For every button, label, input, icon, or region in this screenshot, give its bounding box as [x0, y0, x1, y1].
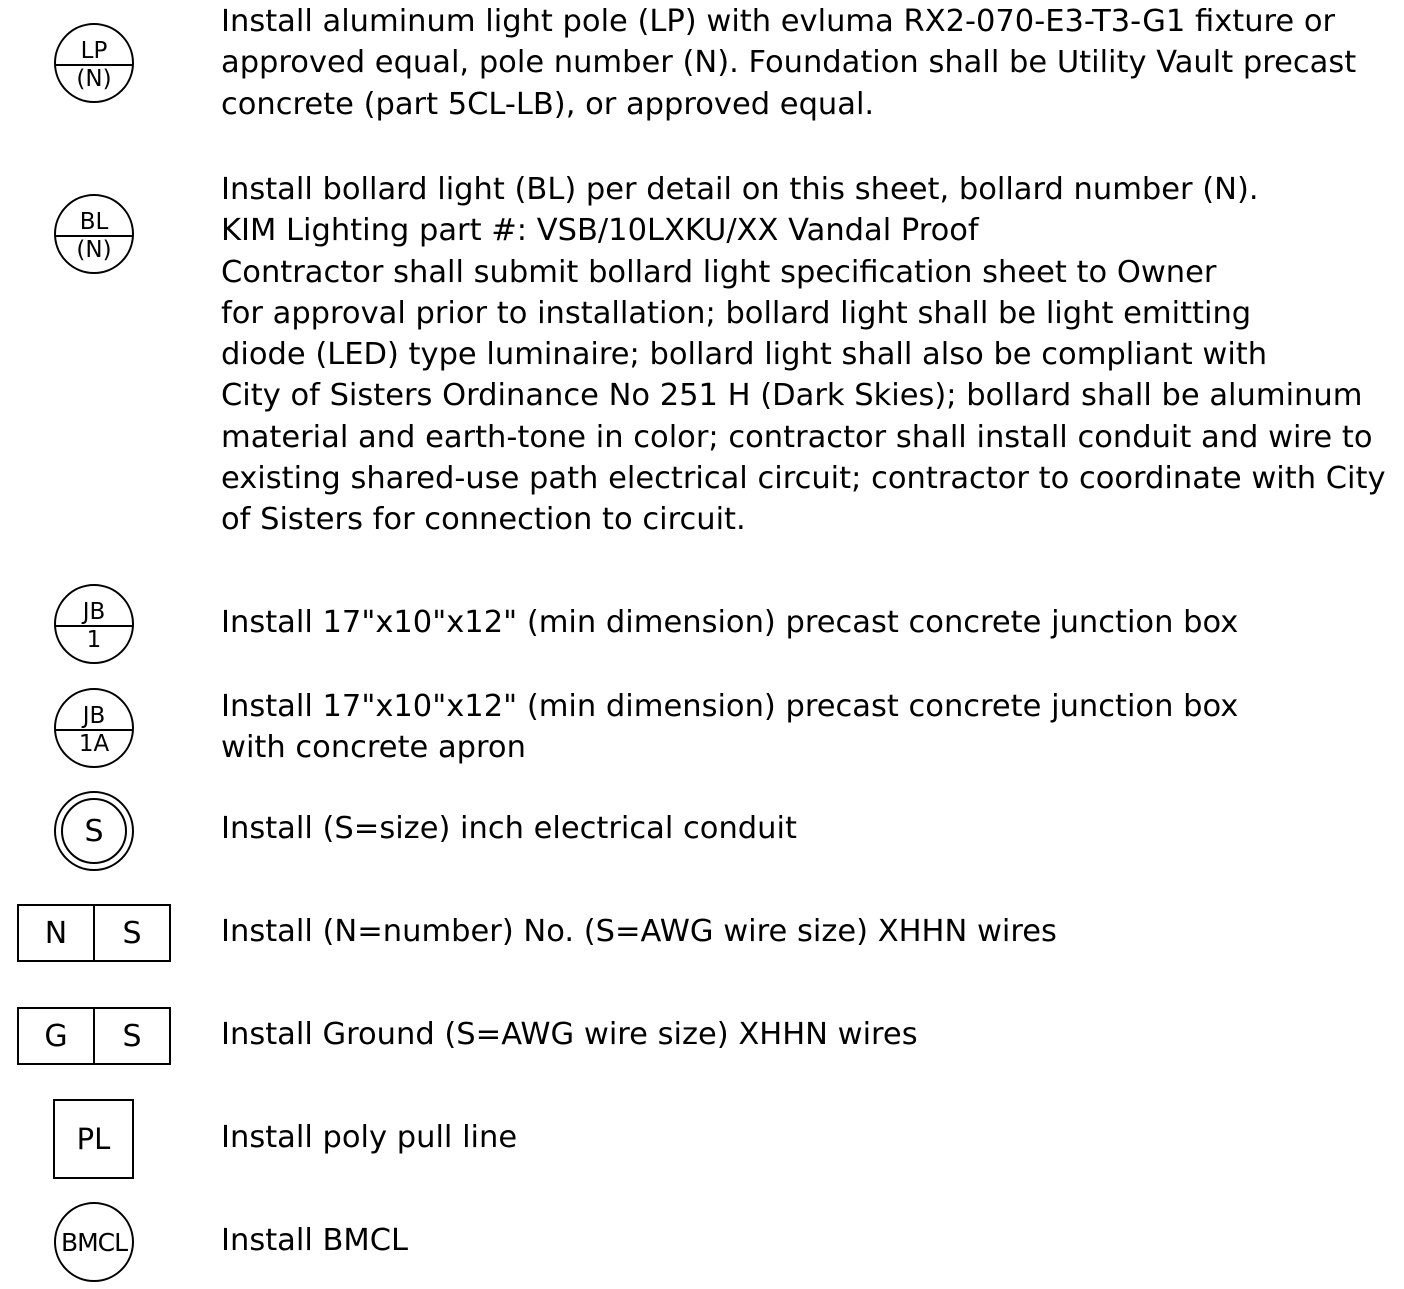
description-line: Install 17"x10"x12" (min dimension) prec… — [221, 689, 1239, 724]
bmcl-symbol: BMCL — [54, 1202, 134, 1282]
junction-box-1-symbol-top: JB — [56, 600, 132, 627]
conduit-symbol: S — [54, 791, 134, 871]
description-line: Contractor shall submit bollard light sp… — [221, 254, 1217, 290]
bollard-light-description: Install bollard light (BL) per detail on… — [221, 169, 1386, 541]
wires-symbol-size: S — [122, 915, 142, 951]
bollard-light-symbol: BL (N) — [54, 194, 134, 274]
pull-line-description: Install poly pull line — [221, 1117, 517, 1158]
description-line: Install (N=number) No. (S=AWG wire size)… — [221, 914, 1057, 949]
conduit-symbol-label: S — [84, 813, 104, 849]
description-line: Install (S=size) inch electrical conduit — [221, 811, 797, 846]
bmcl-description: Install BMCL — [221, 1220, 408, 1261]
ground-wires-symbol-size: S — [122, 1018, 142, 1054]
pull-line-symbol: PL — [53, 1099, 134, 1179]
description-line: existing shared-use path electrical circ… — [221, 461, 1386, 497]
bmcl-symbol-label: BMCL — [60, 1227, 128, 1257]
conduit-description: Install (S=size) inch electrical conduit — [221, 808, 797, 849]
description-line: diode (LED) type luminaire; bollard ligh… — [221, 337, 1268, 373]
description-line: with concrete apron — [221, 730, 526, 766]
light-pole-description: Install aluminum light pole (LP) with ev… — [221, 1, 1356, 125]
description-line: Install aluminum light pole (LP) with ev… — [221, 4, 1336, 39]
ground-wires-symbol: G S — [17, 1007, 171, 1065]
description-line: Install Ground (S=AWG wire size) XHHN wi… — [221, 1017, 918, 1052]
description-line: Install bollard light (BL) per detail on… — [221, 172, 1259, 207]
wires-description: Install (N=number) No. (S=AWG wire size)… — [221, 911, 1057, 952]
junction-box-1-symbol-bottom: 1 — [86, 626, 102, 653]
description-line: KIM Lighting part #: VSB/10LXKU/XX Vanda… — [221, 213, 979, 249]
ground-wires-symbol-ground: G — [19, 1009, 95, 1063]
wires-symbol-number: N — [19, 906, 95, 960]
junction-box-1a-symbol-bottom: 1A — [78, 730, 110, 757]
junction-box-1-symbol: JB 1 — [54, 584, 134, 664]
junction-box-1a-symbol: JB 1A — [54, 688, 134, 768]
junction-box-1-description: Install 17"x10"x12" (min dimension) prec… — [221, 602, 1238, 643]
description-line: City of Sisters Ordinance No 251 H (Dark… — [221, 378, 1363, 414]
bollard-light-symbol-top: BL — [56, 210, 132, 237]
light-pole-symbol-bottom: (N) — [76, 65, 112, 92]
description-line: Install poly pull line — [221, 1120, 518, 1155]
description-line: Install 17"x10"x12" (min dimension) prec… — [221, 605, 1239, 640]
wires-symbol: N S — [17, 904, 171, 962]
description-line: of Sisters for connection to circuit. — [221, 502, 746, 538]
junction-box-1a-symbol-top: JB — [56, 704, 132, 731]
pull-line-symbol-label: PL — [76, 1122, 111, 1156]
description-line: for approval prior to installation; boll… — [221, 295, 1252, 331]
light-pole-symbol-top: LP — [56, 39, 132, 66]
description-line: concrete (part 5CL-LB), or approved equa… — [221, 86, 875, 122]
description-line: material and earth-tone in color; contra… — [221, 419, 1373, 455]
ground-wires-description: Install Ground (S=AWG wire size) XHHN wi… — [221, 1014, 918, 1055]
bollard-light-symbol-bottom: (N) — [76, 236, 112, 263]
light-pole-symbol: LP (N) — [54, 23, 134, 103]
junction-box-1a-description: Install 17"x10"x12" (min dimension) prec… — [221, 686, 1238, 769]
description-line: Install BMCL — [221, 1223, 409, 1258]
description-line: approved equal, pole number (N). Foundat… — [221, 45, 1357, 81]
